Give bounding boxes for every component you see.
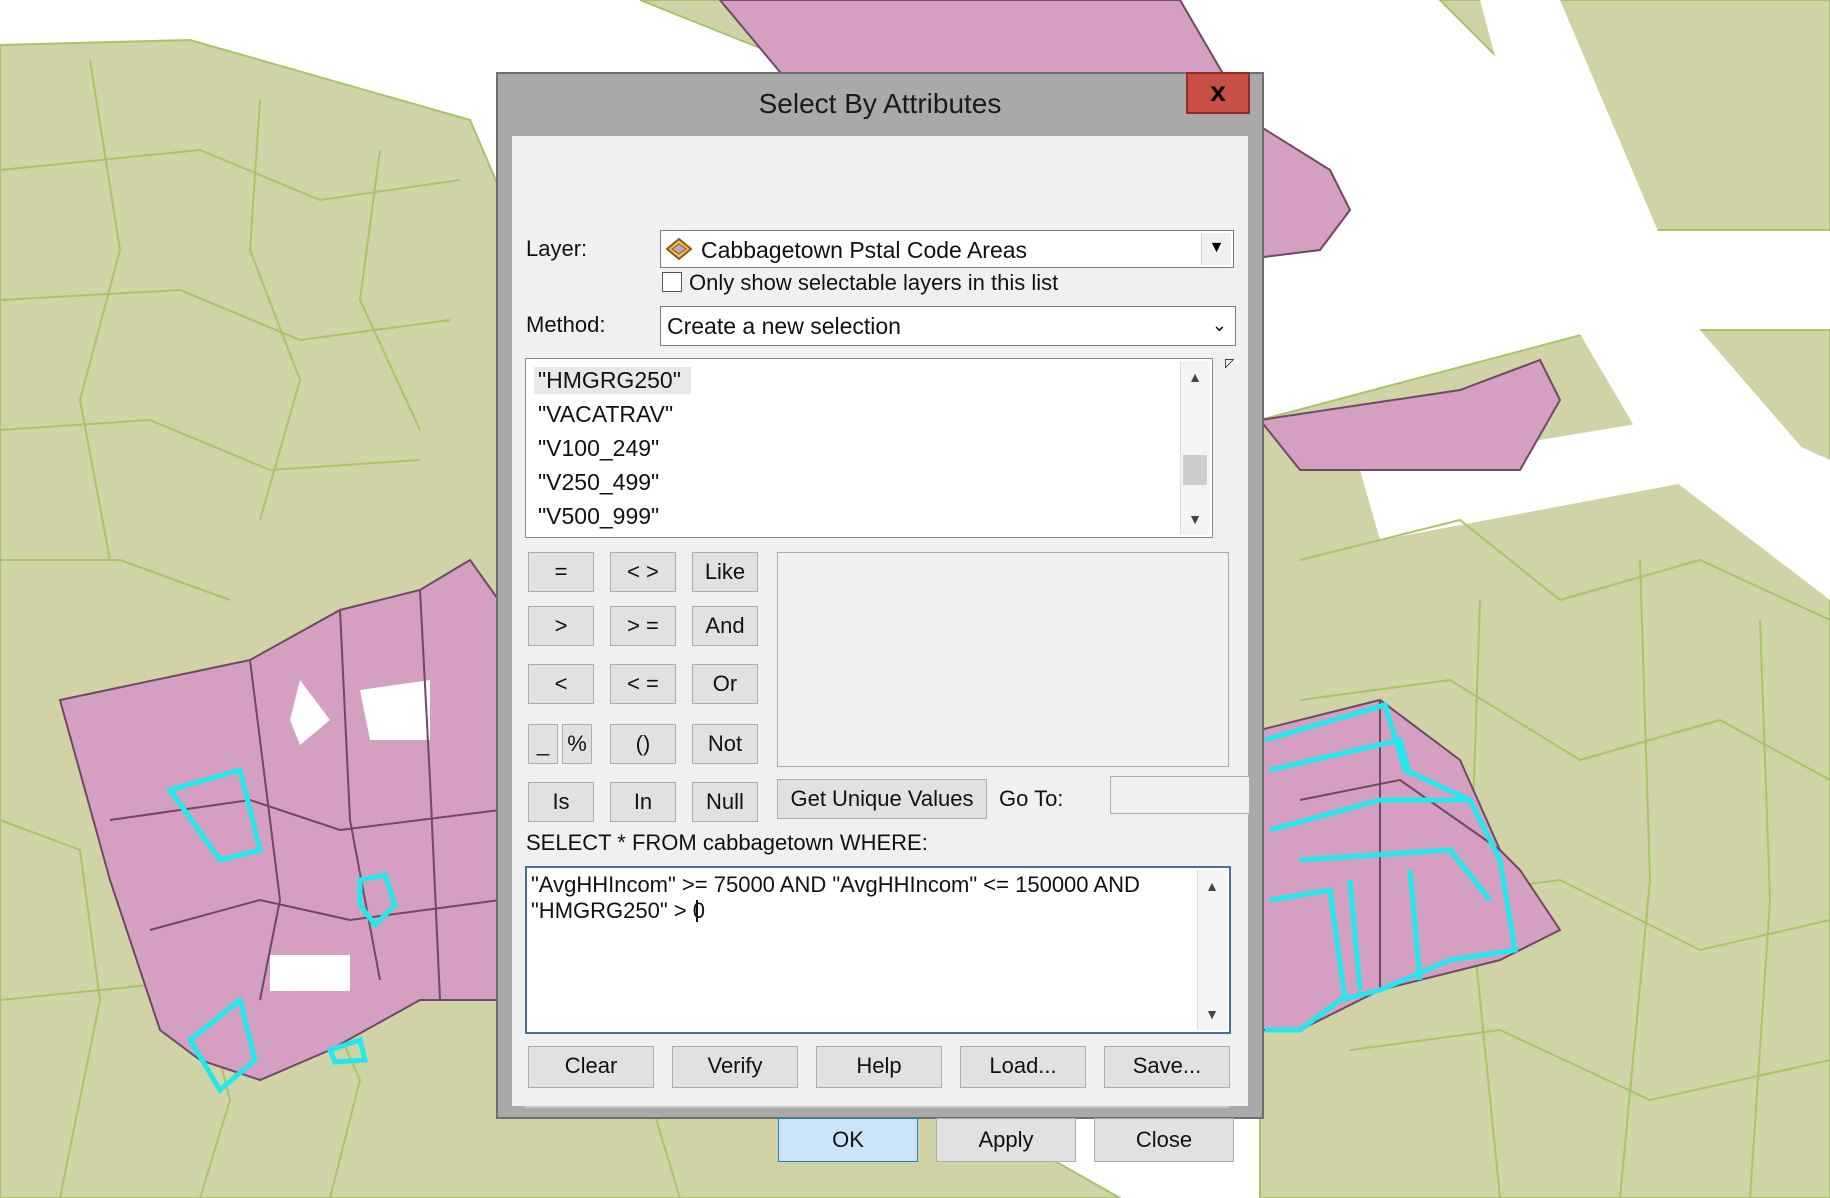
underscore-wildcard-button[interactable]: _: [528, 724, 558, 764]
apply-button[interactable]: Apply: [936, 1118, 1076, 1162]
text-caret: [696, 900, 698, 922]
scroll-up-icon[interactable]: ▲: [1181, 363, 1209, 391]
percent-wildcard-button[interactable]: %: [562, 724, 592, 764]
close-window-button[interactable]: x: [1186, 72, 1250, 114]
only-selectable-checkbox[interactable]: [662, 272, 682, 292]
in-button[interactable]: In: [610, 782, 676, 822]
dialog-title: Select By Attributes: [758, 88, 1002, 119]
map-hole: [360, 680, 430, 740]
not-equals-button[interactable]: < >: [610, 552, 676, 592]
save-button[interactable]: Save...: [1104, 1046, 1230, 1088]
is-button[interactable]: Is: [528, 782, 594, 822]
get-unique-values-button[interactable]: Get Unique Values: [777, 779, 987, 819]
greater-than-button[interactable]: >: [528, 606, 594, 646]
less-equal-button[interactable]: < =: [610, 664, 676, 704]
field-list[interactable]: "HMGRG250" "VACATRAV" "V100_249" "V250_4…: [525, 358, 1213, 538]
verify-button[interactable]: Verify: [672, 1046, 798, 1088]
sql-expression-input[interactable]: "AvgHHIncom" >= 75000 AND "AvgHHIncom" <…: [525, 866, 1231, 1034]
load-button[interactable]: Load...: [960, 1046, 1086, 1088]
ok-button[interactable]: OK: [778, 1118, 918, 1162]
dialog-content: Layer: Cabbagetown Pstal Code Areas ▼ On…: [512, 136, 1250, 1162]
expression-scrollbar[interactable]: ▲ ▼: [1197, 870, 1227, 1030]
not-button[interactable]: Not: [692, 724, 758, 764]
null-button[interactable]: Null: [692, 782, 758, 822]
layer-label: Layer:: [526, 236, 588, 261]
help-button[interactable]: Help: [816, 1046, 942, 1088]
close-icon: x: [1210, 76, 1226, 107]
sql-expression-text: "AvgHHIncom" >= 75000 AND "AvgHHIncom" <…: [531, 872, 1146, 923]
field-list-item[interactable]: "VACATRAV": [538, 401, 673, 428]
field-list-item[interactable]: "HMGRG250": [534, 367, 691, 394]
layer-dropdown[interactable]: Cabbagetown Pstal Code Areas ▼: [660, 230, 1234, 268]
clear-button[interactable]: Clear: [528, 1046, 654, 1088]
method-dropdown[interactable]: Create a new selection ⌄: [660, 306, 1236, 346]
divider: [525, 1106, 1229, 1108]
only-selectable-label: Only show selectable layers in this list: [689, 270, 1059, 295]
method-label: Method:: [526, 312, 606, 337]
like-button[interactable]: Like: [692, 552, 758, 592]
parentheses-button[interactable]: (): [610, 724, 676, 764]
scroll-down-icon[interactable]: ▼: [1181, 505, 1209, 533]
field-list-item[interactable]: "V500_999": [538, 503, 659, 530]
field-list-scrollbar[interactable]: ▲ ▼: [1180, 361, 1210, 535]
layer-polygon-icon: [665, 237, 693, 261]
field-options-icon[interactable]: ◸: [1225, 356, 1234, 370]
scrollbar-thumb[interactable]: [1183, 455, 1207, 485]
field-list-item[interactable]: "V100_249": [538, 435, 659, 462]
goto-label: Go To:: [999, 786, 1064, 811]
field-list-item[interactable]: "V250_499": [538, 469, 659, 496]
method-dropdown-value: Create a new selection: [667, 313, 901, 339]
map-hole: [270, 955, 350, 991]
equals-button[interactable]: =: [528, 552, 594, 592]
greater-equal-button[interactable]: > =: [610, 606, 676, 646]
chevron-down-icon[interactable]: ⌄: [1212, 315, 1227, 336]
dropdown-arrow-icon[interactable]: ▼: [1201, 233, 1231, 265]
scroll-down-icon[interactable]: ▼: [1198, 1000, 1226, 1028]
close-button[interactable]: Close: [1094, 1118, 1234, 1162]
sql-prefix-label: SELECT * FROM cabbagetown WHERE:: [526, 830, 928, 855]
layer-dropdown-value: Cabbagetown Pstal Code Areas: [701, 237, 1028, 263]
scroll-up-icon[interactable]: ▲: [1198, 872, 1226, 900]
less-than-button[interactable]: <: [528, 664, 594, 704]
select-by-attributes-dialog: Select By Attributes x Layer: Cabbagetow…: [496, 72, 1264, 1162]
goto-input[interactable]: [1110, 776, 1250, 814]
unique-values-list[interactable]: [777, 552, 1229, 767]
or-button[interactable]: Or: [692, 664, 758, 704]
dialog-titlebar[interactable]: Select By Attributes x: [498, 72, 1262, 134]
and-button[interactable]: And: [692, 606, 758, 646]
